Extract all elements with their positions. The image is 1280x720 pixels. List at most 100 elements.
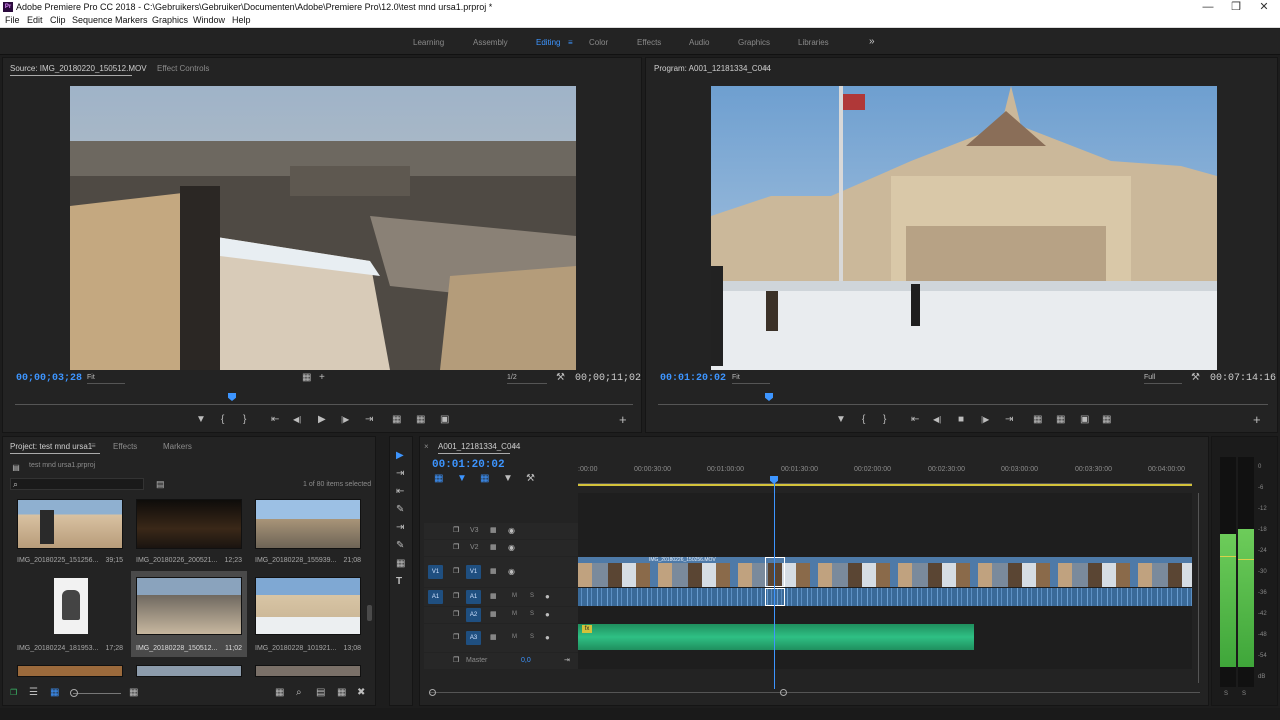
track-lock-icon[interactable]: ❐ [453,656,459,666]
project-item-name[interactable]: IMG_20180228_155939... [255,557,336,564]
menu-graphics[interactable]: Graphics [152,15,188,25]
program-export-frame-icon[interactable]: ▣ [1080,415,1089,425]
slip-tool-icon[interactable]: ⇥ [396,523,404,533]
menu-help[interactable]: Help [232,15,251,25]
timeline-playhead-line[interactable] [774,477,775,689]
project-item-thumbnail[interactable] [255,577,361,635]
track-lock-icon[interactable]: ❐ [453,567,459,577]
meter-solo-left[interactable]: S [1224,691,1228,697]
tab-source[interactable]: Source: IMG_20180220_150512.MOV [10,64,147,73]
source-settings-icon[interactable]: ▦ [302,373,311,383]
workspace-color[interactable]: Color [589,38,608,47]
track-sync-icon[interactable]: ▦ [490,526,497,536]
tab-effects[interactable]: Effects [113,442,137,451]
track-select-tool-icon[interactable]: ⇥ [396,469,404,479]
track-name[interactable]: V2 [470,544,479,551]
add-marker-icon[interactable]: ▼ [503,474,513,484]
workspace-audio[interactable]: Audio [689,38,709,47]
meter-solo-right[interactable]: S [1242,691,1246,697]
track-lock-icon[interactable]: ❐ [453,633,459,643]
program-playhead-timecode[interactable]: 00:01:20:02 [660,373,726,384]
project-scrollbar[interactable] [367,605,372,621]
program-step-back-icon[interactable]: ◀| [933,415,941,425]
timeline-close-icon[interactable]: × [424,442,429,451]
source-patch-v1[interactable]: V1 [428,565,443,579]
menu-markers[interactable]: Markers [115,15,148,25]
menu-sequence[interactable]: Sequence [72,15,113,25]
program-time-ruler[interactable] [658,404,1268,405]
timeline-settings-icon[interactable]: ⚒ [526,474,535,484]
workspace-menu-icon[interactable]: ≡ [568,38,573,47]
tab-markers[interactable]: Markers [163,442,192,451]
source-fit-dropdown[interactable]: Fit [87,373,125,384]
program-goto-out-icon[interactable]: ⇥ [1005,415,1013,425]
menu-edit[interactable]: Edit [27,15,43,25]
source-mark-out-icon[interactable]: } [243,415,246,425]
source-step-forward-icon[interactable]: |▶ [341,415,349,425]
source-patch-a1[interactable]: A1 [428,590,443,604]
selection-tool-icon[interactable]: ▶ [396,451,404,461]
workspace-graphics[interactable]: Graphics [738,38,770,47]
source-playhead-timecode[interactable]: 00;00;03;28 [16,373,82,384]
tab-program[interactable]: Program: A001_12181334_C044 [654,64,771,73]
track-solo-button[interactable]: S [530,611,534,617]
a1-audio-clip-strip[interactable] [578,588,1192,606]
source-resolution-dropdown[interactable]: 1/2 [507,373,547,384]
track-sync-icon[interactable]: ▦ [490,543,497,553]
ripple-edit-tool-icon[interactable]: ⇤ [396,487,404,497]
source-export-frame-icon[interactable]: ▣ [440,415,449,425]
project-item-name[interactable]: IMG_20180225_151256... [17,557,98,564]
track-mute-button[interactable]: M [512,611,517,617]
project-item-name[interactable]: IMG_20180224_181953... [17,645,98,652]
selected-audio-clip[interactable] [765,588,785,606]
clear-trash-icon[interactable]: ✖ [357,688,365,698]
menu-window[interactable]: Window [193,15,225,25]
program-mark-out-icon[interactable]: } [883,415,886,425]
program-compare-icon[interactable]: ▦ [1102,415,1111,425]
program-fit-dropdown[interactable]: Fit [732,373,770,384]
source-mark-in-icon[interactable]: { [221,415,224,425]
hand-tool-icon[interactable]: ▦ [396,559,405,569]
track-target-a2[interactable]: A2 [466,608,481,622]
microphone-icon[interactable]: ● [545,610,550,620]
track-target-a3[interactable]: A3 [466,631,481,645]
track-lock-icon[interactable]: ❐ [453,543,459,553]
project-item-thumbnail[interactable] [17,577,123,635]
workspace-effects[interactable]: Effects [637,38,661,47]
automate-to-sequence-icon[interactable]: ▦ [275,688,284,698]
menu-file[interactable]: File [5,15,20,25]
selected-clip[interactable] [765,557,785,587]
nest-icon[interactable]: ▦ [434,474,443,484]
source-button-editor-icon[interactable]: + [619,413,627,426]
project-item-thumbnail[interactable] [136,577,242,635]
project-search-input[interactable]: ⌕ [10,478,144,490]
program-goto-in-icon[interactable]: ⇤ [911,415,919,425]
thumbnail-size-slider-knob[interactable] [70,689,78,697]
track-eye-icon[interactable]: ◉ [508,543,515,553]
new-item-icon[interactable]: ▦ [337,688,346,698]
source-overwrite-icon[interactable]: ▦ [416,415,425,425]
project-item-thumbnail[interactable] [136,499,242,549]
track-eye-icon[interactable]: ◉ [508,526,515,536]
track-name[interactable]: V3 [470,527,479,534]
timeline-panel-menu-icon[interactable]: ≡ [512,441,517,450]
type-tool-icon[interactable]: T [396,577,402,587]
microphone-icon[interactable]: ● [545,633,550,643]
tab-timeline-sequence[interactable]: A001_12181334_C044 [438,442,520,451]
track-eye-icon[interactable]: ◉ [508,567,515,577]
source-playhead[interactable] [228,393,236,401]
new-bin-icon[interactable]: ▤ [316,688,325,698]
workspace-editing[interactable]: Editing [536,38,560,47]
timeline-vertical-scrollbar[interactable] [1198,493,1199,683]
project-item-thumbnail[interactable] [17,665,123,677]
scroll-handle-right[interactable] [780,689,787,696]
tab-effect-controls[interactable]: Effect Controls [157,64,209,73]
tab-project[interactable]: Project: test mnd ursa1 [10,442,92,451]
program-button-editor-icon[interactable]: + [1253,413,1261,426]
track-target-a1[interactable]: A1 [466,590,481,604]
program-resolution-dropdown[interactable]: Full [1144,373,1182,384]
track-lock-icon[interactable]: ❐ [453,526,459,536]
find-icon[interactable]: ⌕ [296,688,302,698]
program-step-forward-icon[interactable]: |▶ [981,415,989,425]
source-add-marker-icon[interactable]: ▼ [196,415,206,425]
